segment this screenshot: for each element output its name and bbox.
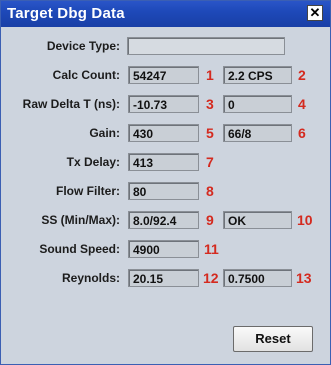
calc-rate-field: 2.2 CPS bbox=[223, 66, 292, 84]
raw-delta-t-label: Raw Delta T (ns): bbox=[22, 97, 120, 111]
marker-8: 8 bbox=[206, 183, 214, 199]
marker-6: 6 bbox=[298, 125, 306, 141]
marker-12: 12 bbox=[203, 270, 219, 286]
ss-status-field: OK bbox=[223, 211, 292, 229]
reynolds-label: Reynolds: bbox=[61, 271, 120, 285]
raw-delta-t-field-2: 0 bbox=[223, 95, 292, 113]
ss-min-max-field: 8.0/92.4 bbox=[128, 211, 199, 229]
device-type-label: Device Type: bbox=[46, 39, 120, 53]
reset-button[interactable]: Reset bbox=[233, 326, 313, 352]
flow-filter-field: 80 bbox=[128, 182, 199, 200]
marker-3: 3 bbox=[206, 96, 214, 112]
flow-filter-label: Flow Filter: bbox=[56, 184, 120, 198]
tx-delay-field: 413 bbox=[128, 153, 199, 171]
reynolds-field-2: 0.7500 bbox=[223, 269, 292, 287]
marker-2: 2 bbox=[298, 67, 306, 83]
raw-delta-t-field: -10.73 bbox=[128, 95, 199, 113]
marker-4: 4 bbox=[298, 96, 306, 112]
gain-label: Gain: bbox=[89, 126, 120, 140]
marker-5: 5 bbox=[206, 125, 214, 141]
marker-9: 9 bbox=[206, 212, 214, 228]
calc-count-label: Calc Count: bbox=[52, 68, 120, 82]
device-type-field bbox=[127, 37, 285, 55]
gain-field-2: 66/8 bbox=[223, 124, 292, 142]
sound-speed-label: Sound Speed: bbox=[39, 242, 120, 256]
title-bar[interactable]: Target Dbg Data ✕ bbox=[1, 1, 330, 27]
sound-speed-field: 4900 bbox=[128, 240, 199, 258]
marker-7: 7 bbox=[206, 154, 214, 170]
calc-count-field: 54247 bbox=[128, 66, 199, 84]
reynolds-field: 20.15 bbox=[128, 269, 199, 287]
marker-13: 13 bbox=[296, 270, 312, 286]
ss-min-max-label: SS (Min/Max): bbox=[41, 213, 120, 227]
close-icon[interactable]: ✕ bbox=[307, 5, 323, 21]
marker-11: 11 bbox=[204, 241, 219, 257]
tx-delay-label: Tx Delay: bbox=[66, 155, 120, 169]
marker-1: 1 bbox=[206, 67, 214, 83]
target-dbg-data-window: Target Dbg Data ✕ Device Type: Calc Coun… bbox=[0, 0, 331, 365]
gain-field: 430 bbox=[128, 124, 199, 142]
marker-10: 10 bbox=[297, 212, 313, 228]
window-title: Target Dbg Data bbox=[7, 5, 125, 22]
